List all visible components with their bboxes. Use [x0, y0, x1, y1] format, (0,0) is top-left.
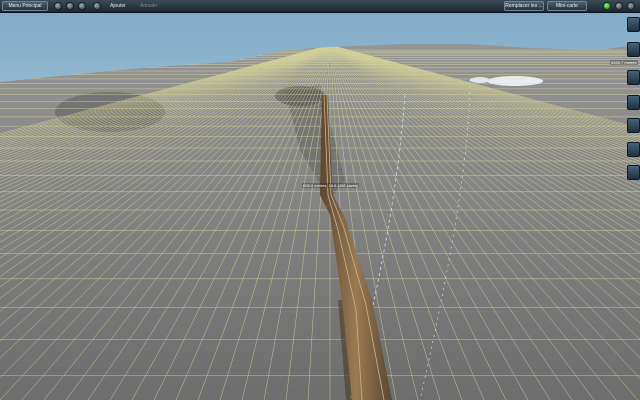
disabled-menu: Annuler — [140, 3, 158, 9]
vehicle-tool-icon[interactable] — [627, 70, 640, 85]
track-distance-label: 606.0 metres, 18.8 (408 saves) — [302, 183, 360, 188]
status-icon[interactable] — [603, 1, 611, 10]
water-patch — [487, 76, 543, 86]
minimap-label: Mini-carte — [556, 3, 578, 9]
add-menu[interactable]: Ajouter — [110, 3, 126, 9]
far-distance-label: 5026.7 metres — [610, 60, 638, 65]
settings-tool-icon[interactable] — [627, 165, 640, 180]
toolbar-round-icon[interactable] — [78, 1, 86, 10]
driver-tool-icon[interactable] — [627, 118, 640, 133]
main-menu-button[interactable]: Menu Principal — [2, 1, 48, 11]
toolbar-round-icon[interactable] — [615, 1, 623, 10]
minimap-button[interactable]: Mini-carte — [547, 1, 587, 11]
replace-label: Remplacer les ... — [505, 3, 543, 9]
main-menu-label: Menu Principal — [8, 3, 42, 9]
3d-viewport[interactable] — [0, 0, 640, 400]
track-tool-icon[interactable] — [627, 17, 640, 32]
water-patch — [470, 77, 490, 83]
object-tool-icon[interactable] — [627, 95, 640, 110]
replace-button[interactable]: Remplacer les ... — [504, 1, 544, 11]
top-toolbar: Menu Principal Ajouter Annuler Remplacer… — [0, 0, 640, 13]
rail-tool-icon[interactable] — [627, 142, 640, 157]
toolbar-round-icon[interactable] — [93, 1, 101, 10]
toolbar-round-icon[interactable] — [54, 1, 62, 10]
toolbar-round-icon[interactable] — [66, 1, 74, 10]
help-icon[interactable] — [627, 1, 635, 10]
tree-tool-icon[interactable] — [627, 42, 640, 57]
